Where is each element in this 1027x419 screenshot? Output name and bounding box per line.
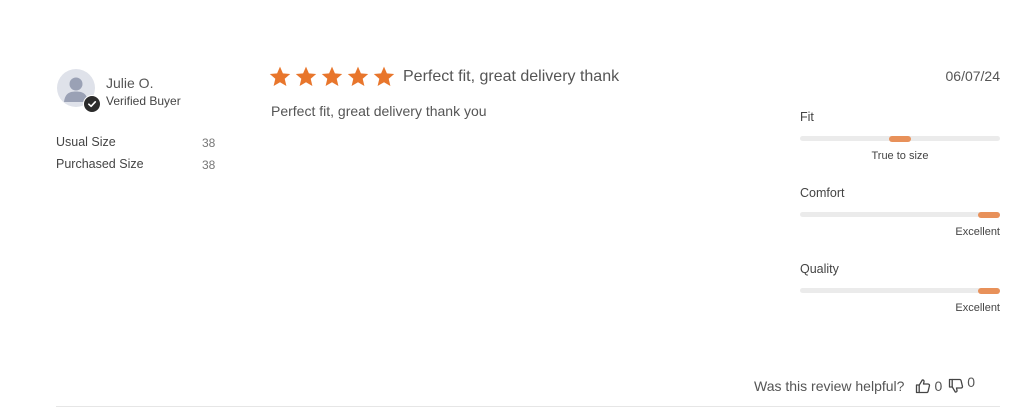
rating-quality: Quality Excellent <box>800 262 1000 316</box>
helpful-vote-bar: Was this review helpful? 0 0 <box>754 374 975 394</box>
rating-label: Comfort <box>800 186 845 200</box>
attribute-value: 38 <box>202 158 216 172</box>
helpful-prompt: Was this review helpful? <box>754 378 905 394</box>
rating-track <box>800 211 1000 218</box>
attribute-purchased-size: Purchased Size 38 <box>56 157 221 172</box>
review-body: Perfect fit, great delivery thank you <box>271 103 487 119</box>
checkmark-icon <box>88 101 97 108</box>
star-icon <box>294 65 318 89</box>
rating-track <box>800 287 1000 294</box>
thumbs-down-button[interactable]: 0 <box>948 374 975 394</box>
review-divider <box>56 406 1000 407</box>
rating-marker <box>889 135 911 142</box>
thumbs-up-icon <box>916 379 931 394</box>
rating-marker <box>978 211 1000 218</box>
rating-comfort: Comfort Excellent <box>800 186 1000 240</box>
rating-value-label: True to size <box>871 150 929 162</box>
rating-value-label: Excellent <box>955 226 1000 238</box>
verified-buyer-label: Verified Buyer <box>106 94 181 108</box>
attribute-label: Usual Size <box>56 135 116 149</box>
rating-label: Quality <box>800 262 839 276</box>
rating-marker <box>978 287 1000 294</box>
star-rating <box>268 65 396 89</box>
attribute-label: Purchased Size <box>56 157 144 171</box>
thumbs-down-icon <box>949 378 964 393</box>
thumbs-down-count: 0 <box>967 374 976 390</box>
attribute-value: 38 <box>202 136 216 150</box>
rating-label: Fit <box>800 110 814 124</box>
thumbs-up-count: 0 <box>934 378 943 394</box>
review-date: 06/07/24 <box>945 68 1001 84</box>
reviewer-name: Julie O. <box>106 75 154 91</box>
rating-track <box>800 135 1000 142</box>
star-icon <box>320 65 344 89</box>
thumbs-up-button[interactable]: 0 <box>915 378 948 394</box>
star-icon <box>346 65 370 89</box>
star-icon <box>268 65 292 89</box>
review-card: Julie O. Verified Buyer Usual Size 38 Pu… <box>0 0 1027 419</box>
rating-fit: Fit True to size <box>800 110 1000 164</box>
verified-badge <box>83 95 101 113</box>
review-title: Perfect fit, great delivery thank <box>403 68 620 85</box>
rating-value-label: Excellent <box>955 302 1000 314</box>
star-icon <box>372 65 396 89</box>
attribute-usual-size: Usual Size 38 <box>56 135 221 150</box>
